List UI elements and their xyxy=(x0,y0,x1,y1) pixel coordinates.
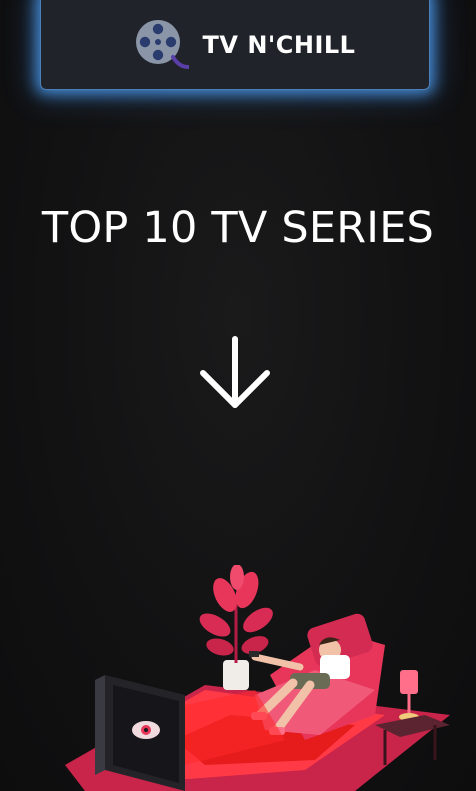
arrow-down-icon[interactable] xyxy=(198,335,272,411)
film-reel-icon xyxy=(135,20,189,69)
site-header: TV N'CHILL xyxy=(40,0,430,90)
lamp-shade xyxy=(400,670,418,694)
person-relaxing-watching-tv-illustration xyxy=(65,565,450,791)
plant-pot xyxy=(223,660,249,690)
page-title: TOP 10 TV SERIES xyxy=(41,203,435,253)
brand-logo-link[interactable]: TV N'CHILL xyxy=(133,17,356,73)
brand-name: TV N'CHILL xyxy=(202,31,356,59)
